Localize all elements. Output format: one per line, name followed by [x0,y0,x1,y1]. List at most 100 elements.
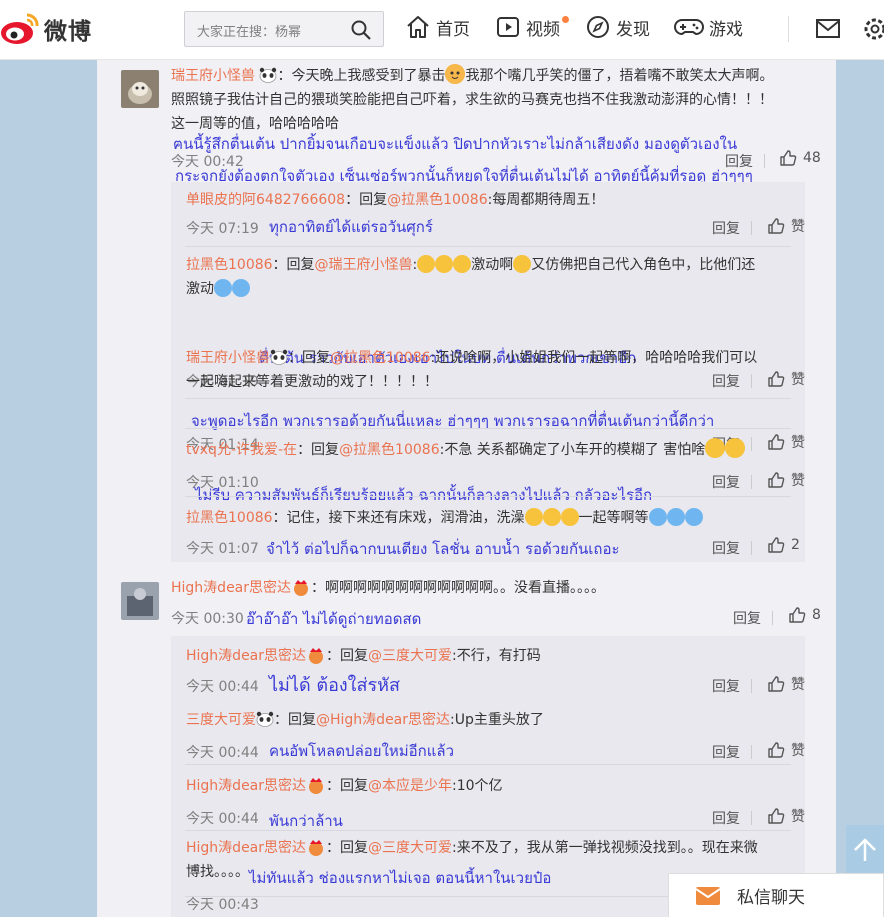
reply-body: 博找。。。。 [186,864,249,880]
reply-divider [185,246,791,247]
avatar[interactable] [121,582,159,620]
envelope-icon [695,886,721,905]
reply-button[interactable]: 回复 [712,808,740,828]
mention-link[interactable]: @本应是少年 [368,778,452,794]
action-divider [751,475,752,489]
reply-body: :Up主重头放了 [450,712,544,728]
like-count: 48 [803,150,821,166]
reply-time: 今天 00:44 [186,679,259,695]
topbar-divider [788,16,789,42]
like-label: 赞 [791,743,805,759]
action-divider [751,811,752,825]
action-divider [764,154,765,168]
reply-body: :不急 关系都确定了小车开的模糊了 害怕啥 [439,442,706,458]
search-input[interactable]: 大家正在搜：杨幂 [197,21,301,40]
right-background [836,60,884,917]
thai-translation: คนอัพโหลดปล่อยใหม่อีกแล้ว [269,742,455,760]
reply-username[interactable]: High涛dear思密达 [186,840,306,856]
compass-icon [587,16,609,38]
crown-badge-icon [309,648,324,664]
like-button[interactable]: 赞 [767,216,805,236]
mention-link[interactable]: @拉黑色10086 [387,192,488,208]
reply-body: 一起等啊等 [578,510,649,526]
laugh-cry-emoji-icon [214,279,232,297]
mail-icon[interactable] [815,18,841,40]
search-box[interactable]: 大家正在搜：杨幂 [184,11,384,47]
weibo-logo[interactable]: 微博 [0,9,92,49]
nav-video[interactable]: 视频 [495,14,560,40]
crying-emoji-icon [417,255,436,273]
reply-button[interactable]: 回复 [712,676,740,696]
action-divider [751,679,752,693]
comment-username[interactable]: 瑞王府小怪兽 [171,68,255,84]
logo-text: 微博 [44,19,92,45]
reply-prefix: ：回复 [326,840,369,856]
panda-badge-icon [256,711,274,727]
reply-time: 今天 01:07 [186,541,259,557]
mention-link[interactable]: @三度大可爱 [368,648,452,664]
crying-emoji-icon [513,255,532,273]
reply-body: 一起嗨起来等着更激动的戏了！！！！！ [186,374,438,390]
mention-link[interactable]: @三度大可爱 [368,840,452,856]
like-button[interactable]: 2 [767,536,800,554]
left-background [0,60,97,917]
reply-username[interactable]: 瑞王府小怪兽 [186,350,270,366]
reply-username[interactable]: tvxq允-许我爱-在 [186,442,297,458]
reply-body: :不行，有打码 [452,648,541,664]
like-button[interactable]: 赞 [767,674,805,694]
reply-username[interactable]: High涛dear思密达 [186,778,306,794]
like-button[interactable]: 赞 [767,740,805,760]
mention-link[interactable]: @拉黑色10086 [339,442,440,458]
thai-translation: ไม่ทันแล้ว ช่องแรกหาไม่เจอ ตอนนี้หาในเวย… [249,869,552,887]
laugh-cry-emoji-icon [666,508,685,526]
like-count: 8 [812,607,821,623]
nav-discover[interactable]: 发现 [585,14,650,40]
reply-username[interactable]: 拉黑色10086 [186,510,273,526]
reply-divider [185,496,791,497]
comment-username[interactable]: High涛dear思密达 [171,580,291,596]
reply-username[interactable]: High涛dear思密达 [186,648,306,664]
reply-username[interactable]: 三度大可爱 [186,712,256,728]
reply-button[interactable]: 回复 [712,218,740,238]
avatar[interactable] [121,70,159,108]
reply-username[interactable]: 单眼皮的阿6482766608 [186,192,345,208]
thai-translation: ไม่ได้ ต้องใส่รหัส [269,675,400,696]
like-button[interactable]: 赞 [767,806,805,826]
reply-body: 又仿佛把自己代入角色中，比他们还 [531,257,756,273]
nav-games[interactable]: 游戏 [674,14,743,40]
comment-body-3: 这一周等的值，哈哈哈哈哈 [171,116,339,132]
crown-badge-icon [309,840,324,856]
like-button[interactable]: 48 [779,149,821,167]
panda-badge-icon [270,349,288,365]
reply-text: tvxq允-许我爱-在：回复@拉黑色10086:不急 关系都确定了小车开的模糊了… [186,438,786,462]
like-button[interactable]: 赞 [767,470,805,490]
nav-home[interactable]: 首页 [405,14,470,40]
mention-link[interactable]: @拉黑色10086 [330,350,431,366]
reply-text: 单眼皮的阿6482766608：回复@拉黑色10086:每周都期待周五！ [186,188,604,212]
reply-username[interactable]: 拉黑色10086 [186,257,273,273]
like-label: 赞 [791,677,805,693]
comment-time: 今天 00:30 [171,611,244,627]
comment-body-1: ：今天晚上我感受到了暴击 [277,68,446,84]
gamepad-icon [674,19,704,35]
thumbs-up-icon [780,150,797,166]
reply-button[interactable]: 回复 [712,472,740,492]
reply-button[interactable]: 回复 [733,608,761,628]
action-divider [751,745,752,759]
crown-badge-icon [294,580,309,596]
reply-text: 拉黑色10086：回复@瑞王府小怪兽: 激动啊 又仿佛把自己代入角色中，比他们还 激… [186,253,786,301]
search-icon[interactable] [351,20,371,40]
reply-text: 拉黑色10086：记住，接下来还有床戏，润滑油，洗澡 一起等啊等 [186,506,796,530]
mention-link[interactable]: @High涛dear思密达 [316,712,450,728]
crown-badge-icon [309,778,324,794]
arrow-up-icon [854,838,876,861]
private-message-panel[interactable]: 私信聊天 [668,873,884,917]
back-to-top-button[interactable] [846,825,884,875]
reply-button[interactable]: 回复 [712,538,740,558]
reply-button[interactable]: 回复 [712,742,740,762]
video-icon [497,17,519,37]
mention-link[interactable]: @瑞王府小怪兽 [315,257,413,273]
settings-gear-icon[interactable] [862,16,884,42]
reply-body: :来不及了，我从第一弹找视频没找到。。现在来微 [452,840,758,856]
like-button[interactable]: 8 [788,606,821,624]
